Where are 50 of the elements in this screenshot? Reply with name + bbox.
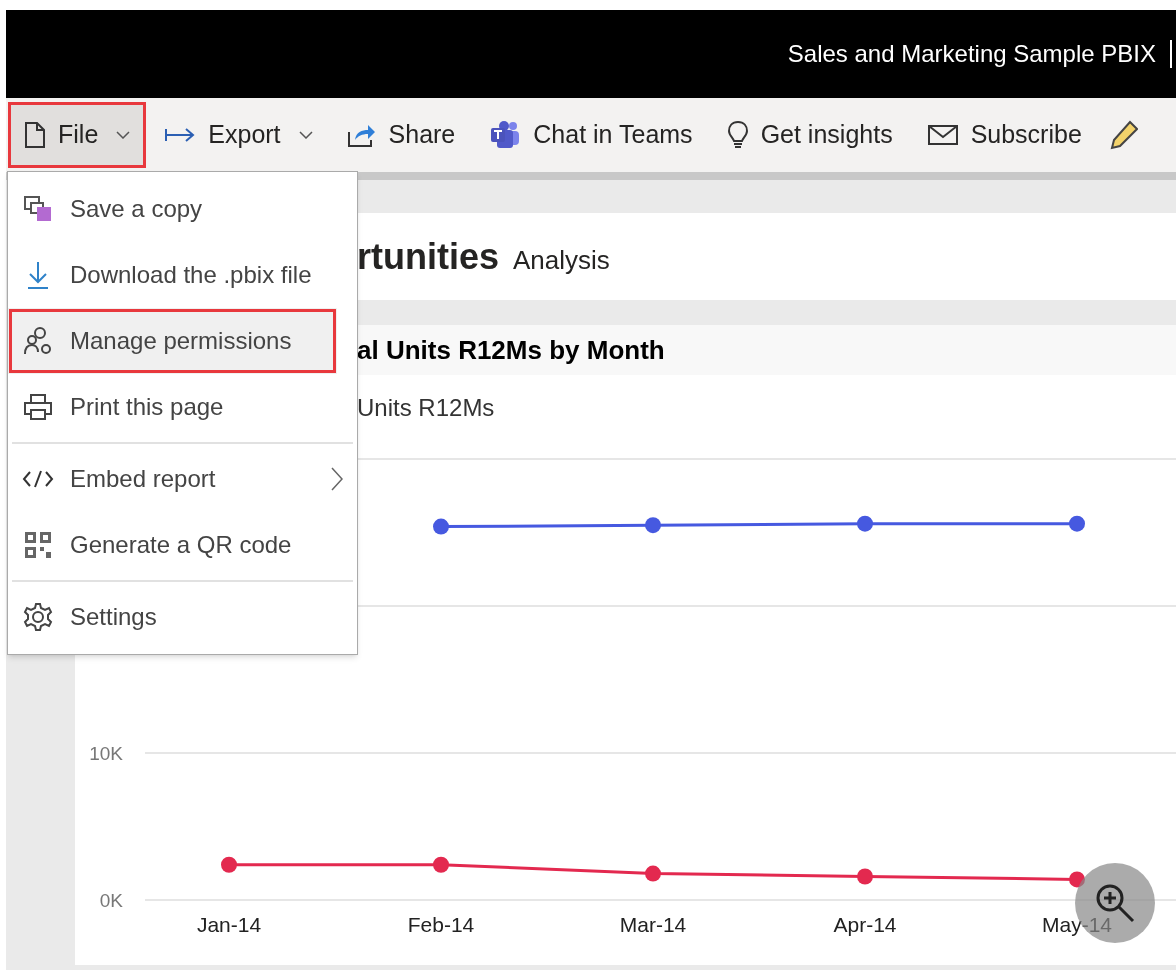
legend-label: Units R12Ms: [357, 392, 495, 423]
data-point: [645, 865, 661, 882]
data-point: [433, 856, 449, 873]
axis-label: Apr-14: [833, 913, 897, 936]
menu-item[interactable]: Download the .pbix file: [8, 242, 357, 308]
export-arrow-icon: [164, 127, 197, 143]
page-heading: rtunities: [357, 234, 499, 279]
toolbar-button[interactable]: Export: [148, 102, 329, 168]
menu-item[interactable]: Save a copy: [8, 176, 357, 242]
code-icon: [22, 469, 54, 489]
chevron-right-icon: [331, 467, 343, 491]
menu-item[interactable]: Settings: [8, 584, 357, 650]
menu-item[interactable]: Embed report: [8, 446, 357, 512]
page-subheading: Analysis: [513, 244, 610, 277]
lightbulb-icon: [726, 120, 749, 150]
share-icon: [346, 122, 377, 148]
axis-label: May-14: [1042, 913, 1112, 936]
data-point: [857, 868, 873, 885]
axis-label: Mar-14: [619, 913, 687, 936]
menu-item[interactable]: Print this page: [8, 374, 357, 440]
data-point: [645, 517, 661, 534]
menu-item[interactable]: Manage permissions: [8, 308, 337, 374]
menu-item[interactable]: Generate a QR code: [8, 512, 357, 578]
mail-icon: [926, 124, 959, 146]
toolbar-button[interactable]: Share: [330, 102, 472, 168]
qr-code-icon: [24, 531, 52, 559]
toolbar-button[interactable]: Get insights: [710, 102, 909, 168]
axis-label: Jan-14: [196, 913, 262, 936]
toolbar-button[interactable]: Chat in Teams: [473, 102, 709, 168]
axis-label: 0K: [99, 890, 123, 911]
report-title: Sales and Marketing Sample PBIX: [787, 39, 1156, 69]
people-icon: [23, 326, 53, 356]
chart-title: al Units R12Ms by Month: [357, 333, 665, 367]
data-point: [221, 856, 237, 873]
teams-icon: [489, 120, 522, 150]
chevron-down-icon: [298, 131, 313, 139]
download-icon: [25, 260, 51, 290]
data-point: [433, 518, 449, 535]
copy-icon: [23, 195, 53, 223]
pencil-icon: [1109, 120, 1138, 150]
data-point: [1069, 515, 1085, 532]
document-icon: [24, 121, 46, 149]
axis-label: 10K: [89, 743, 123, 764]
toolbar-button[interactable]: Subscribe: [910, 102, 1098, 168]
toolbar-button[interactable]: File: [8, 102, 147, 168]
printer-icon: [23, 393, 53, 421]
chevron-down-icon: [116, 131, 131, 139]
axis-label: Feb-14: [407, 913, 475, 936]
data-point: [857, 515, 873, 532]
settings-icon: [23, 602, 53, 632]
